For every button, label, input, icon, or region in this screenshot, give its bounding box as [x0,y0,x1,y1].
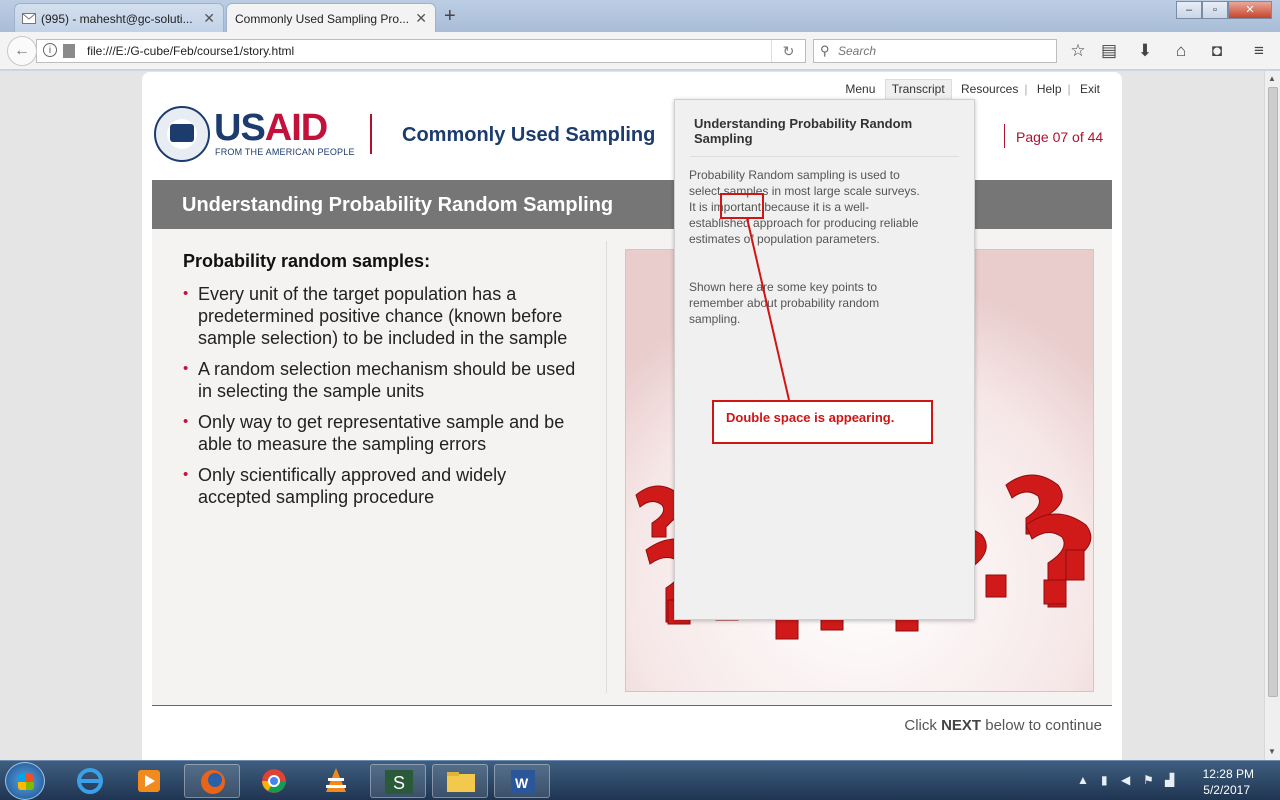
reload-icon[interactable]: ↻ [771,40,805,62]
list-item: • Every unit of the target population has… [183,284,568,348]
tab-mail[interactable]: (995) - mahesht@gc-soluti... ✕ [14,3,224,32]
tab-label: Commonly Used Sampling Pro... [235,12,410,26]
bookmark-star-icon[interactable]: ☆ [1067,40,1089,62]
scrollbar-thumb[interactable] [1268,87,1278,697]
download-icon[interactable]: ⬇ [1134,40,1156,62]
show-hidden-icons-icon[interactable]: ▲ [1077,773,1089,787]
annotation-highlight-box [720,193,764,219]
search-icon: ⚲ [820,43,830,58]
maximize-button[interactable]: ▫ [1202,1,1228,19]
bullet-icon: • [183,413,189,430]
minimize-button[interactable]: – [1176,1,1202,19]
windows-logo-icon [18,774,34,790]
page-icon [63,44,75,58]
search-bar[interactable]: ⚲ [813,39,1057,63]
slide-title: Understanding Probability Random Samplin… [182,194,614,216]
svg-text:S: S [393,773,405,793]
bullet-icon: • [183,285,189,302]
page-divider [1004,124,1005,148]
usaid-logo: USAID [214,107,328,149]
footer-instruction: Click NEXT below to continue [904,717,1102,734]
content-heading: Probability random samples: [183,251,431,271]
signal-icon[interactable]: ▟ [1165,773,1174,787]
internet-explorer-icon[interactable] [62,764,118,798]
reading-list-icon[interactable]: ▤ [1098,40,1120,62]
nav-separator: | [1067,82,1071,96]
vertical-scrollbar[interactable]: ▲ ▼ [1264,71,1280,760]
browser-tab-bar: (995) - mahesht@gc-soluti... ✕ Commonly … [0,0,1280,32]
tab-course[interactable]: Commonly Used Sampling Pro... ✕ [226,3,436,32]
course-player: Menu Transcript Resources | Help | Exit US… [142,72,1122,760]
word-icon[interactable]: W [494,764,550,798]
mail-icon [22,13,36,24]
new-tab-button[interactable]: + [444,5,456,28]
address-bar[interactable]: i file:///E:/G-cube/Feb/course1/story.ht… [36,39,806,63]
start-button[interactable] [5,762,45,800]
close-tab-icon[interactable]: ✕ [415,10,427,27]
list-item: • Only way to get representative sample a… [183,412,565,454]
bullet-icon: • [183,466,189,483]
nav-separator: | [1024,82,1028,96]
clock-time[interactable]: 12:28 PM [1203,767,1254,781]
volume-icon[interactable]: ◀ [1121,773,1130,787]
back-button[interactable]: ← [7,36,37,66]
player-top-nav: Menu Transcript Resources | Help | Exit [839,79,1106,100]
nav-transcript[interactable]: Transcript [884,79,952,100]
browser-nav-bar: i file:///E:/G-cube/Feb/course1/story.ht… [0,32,1280,70]
scroll-up-icon[interactable]: ▲ [1268,74,1276,83]
media-player-icon[interactable] [122,764,178,798]
terminal-icon[interactable]: S [370,764,426,798]
search-input[interactable] [838,43,1048,59]
content-divider [606,241,607,693]
bullet-list: • Every unit of the target population has… [183,283,583,517]
system-tray: ▲ ▮ ◀ ⚑ ▟ 12:28 PM 5/2/2017 [1065,761,1280,800]
list-item: • A random selection mechanism should be … [183,359,576,401]
header-divider [370,114,372,154]
page-indicator: Page 07 of 44 [1016,129,1104,145]
network-icon[interactable]: ⚑ [1143,773,1154,787]
nav-resources[interactable]: Resources [955,82,1024,96]
logo-tagline: FROM THE AMERICAN PEOPLE [215,147,355,157]
url-text[interactable]: file:///E:/G-cube/Feb/course1/story.html [87,44,294,58]
footer-divider [152,705,1112,706]
info-icon[interactable]: i [43,43,57,57]
clock-date[interactable]: 5/2/2017 [1203,783,1250,797]
battery-icon[interactable]: ▮ [1101,773,1108,787]
nav-exit[interactable]: Exit [1074,82,1106,96]
close-tab-icon[interactable]: ✕ [203,10,215,27]
file-explorer-icon[interactable] [432,764,488,798]
nav-help[interactable]: Help [1031,82,1068,96]
home-icon[interactable]: ⌂ [1170,40,1192,62]
transcript-title: Understanding Probability Random Samplin… [694,116,913,146]
pocket-icon[interactable]: ◘ [1206,40,1228,62]
transcript-paragraph: Shown here are some key points to rememb… [689,280,883,326]
course-title: Commonly Used Sampling [402,124,656,146]
list-item: • Only scientifically approved and widely… [183,465,507,507]
nav-menu[interactable]: Menu [839,82,881,96]
window-close-button[interactable]: ✕ [1228,1,1272,19]
bullet-icon: • [183,360,189,377]
scroll-down-icon[interactable]: ▼ [1268,747,1276,756]
transcript-panel[interactable]: Understanding Probability Random Samplin… [674,99,975,620]
firefox-icon[interactable] [184,764,240,798]
menu-hamburger-icon[interactable]: ≡ [1248,40,1270,62]
annotation-label: Double space is appearing. [712,400,933,444]
transcript-divider [690,156,959,157]
svg-text:W: W [515,775,529,791]
tab-label: (995) - mahesht@gc-soluti... [41,12,193,26]
windows-taskbar: S W ▲ ▮ ◀ ⚑ ▟ 12:28 PM 5/2/2017 [0,760,1280,800]
chrome-icon[interactable] [246,764,302,798]
usaid-seal-icon [154,106,210,162]
vlc-icon[interactable] [308,764,364,798]
